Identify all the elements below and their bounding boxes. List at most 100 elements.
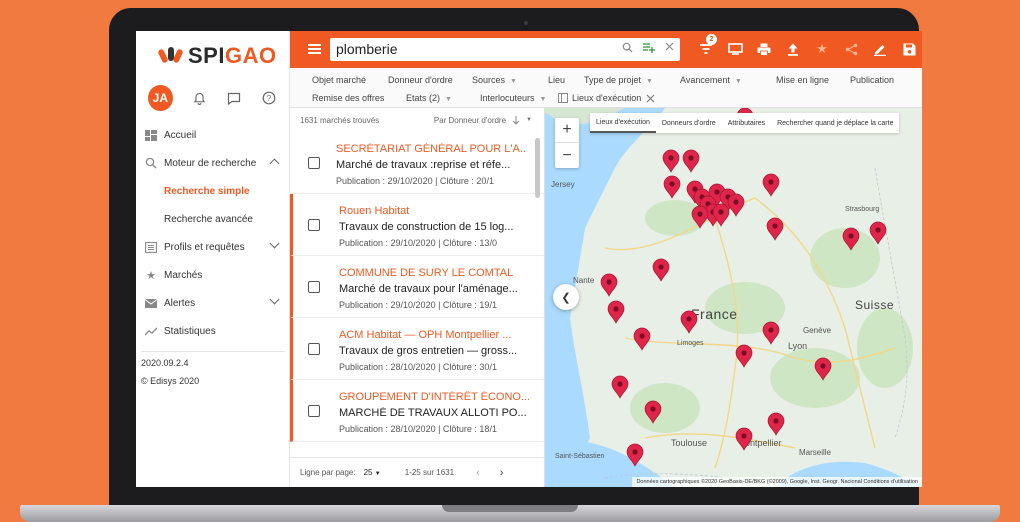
bell-icon[interactable] [191, 89, 208, 107]
close-icon[interactable] [646, 94, 655, 103]
map-pin-icon[interactable] [662, 149, 680, 173]
filter-donneur-ordre[interactable]: Donneur d'ordre [388, 75, 453, 85]
scrollbar[interactable] [535, 138, 540, 198]
result-title[interactable]: ACM Habitat — OPH Montpellier ... [339, 329, 529, 341]
filter-publication[interactable]: Publication [850, 75, 894, 85]
sort-control[interactable]: Par Donneur d'ordre ▼ [434, 115, 532, 125]
map-pin-icon[interactable] [633, 327, 651, 351]
sidebar-item-statistiques[interactable]: Statistiques [136, 317, 290, 345]
edit-icon[interactable] [872, 40, 888, 58]
map-pin-icon[interactable] [727, 193, 745, 217]
map-pin-icon[interactable] [652, 258, 670, 282]
list-item[interactable]: SECRÉTARIAT GÉNÉRAL POUR L'A... Marché d… [290, 132, 544, 194]
map[interactable]: Jersey Nante France Limoges Genève Lyon … [545, 108, 922, 487]
map-pin-icon[interactable] [735, 344, 753, 368]
sidebar-subitem-recherche-simple[interactable]: Recherche simple [136, 177, 290, 205]
map-pin-icon[interactable] [680, 310, 698, 334]
checkbox[interactable] [308, 157, 320, 169]
caret-down-icon: ▼ [734, 78, 742, 85]
sidebar-item-marches[interactable]: ★ Marchés [136, 261, 290, 289]
menu-icon[interactable] [308, 44, 321, 54]
filter-avancement[interactable]: Avancement ▼ [680, 75, 742, 85]
checkbox[interactable] [308, 219, 320, 231]
map-pins [600, 108, 887, 467]
result-dates: Publication : 29/10/2020 | Clôture : 13/… [339, 238, 497, 248]
collapse-list-button[interactable]: ❮ [553, 284, 579, 310]
tab-lieux-execution[interactable]: Lieux d'exécution [590, 113, 656, 133]
share-icon[interactable] [843, 40, 859, 58]
checkbox[interactable] [308, 405, 320, 417]
map-pin-icon[interactable] [762, 173, 780, 197]
result-title[interactable]: COMMUNE DE SURY LE COMTAL [339, 267, 529, 279]
sidebar-item-moteur[interactable]: Moteur de recherche [136, 149, 290, 177]
print-icon[interactable] [756, 40, 772, 58]
map-pin-icon[interactable] [814, 357, 832, 381]
filter-icon[interactable]: 2 [698, 34, 717, 58]
list-item[interactable]: COMMUNE DE SURY LE COMTAL Marché de trav… [290, 256, 544, 318]
map-pin-icon[interactable] [869, 221, 887, 245]
map-pin-icon[interactable] [607, 300, 625, 324]
filter-lieux-execution[interactable]: Lieux d'exécution [558, 93, 655, 103]
map-pin-icon[interactable] [663, 175, 681, 199]
result-description: Travaux de gros entretien — gross... [339, 345, 518, 357]
help-icon[interactable]: ? [261, 89, 278, 107]
list-item[interactable]: ACM Habitat — OPH Montpellier ... Travau… [290, 318, 544, 380]
search-input[interactable]: plomberie [330, 38, 680, 61]
filter-lieu[interactable]: Lieu [548, 75, 565, 85]
map-pin-icon[interactable] [762, 321, 780, 345]
filter-mise-en-ligne[interactable]: Mise en ligne [776, 75, 829, 85]
prev-page-icon[interactable]: ‹ [476, 467, 480, 479]
checkbox[interactable] [308, 281, 320, 293]
map-pin-icon[interactable] [766, 217, 784, 241]
chat-icon[interactable] [226, 89, 243, 107]
clear-icon[interactable] [665, 42, 674, 56]
map-pin-icon[interactable] [644, 400, 662, 424]
filter-interlocuteurs[interactable]: Interlocuteurs ▼ [480, 93, 546, 103]
mail-icon [144, 297, 158, 309]
sidebar-item-accueil[interactable]: Accueil [136, 121, 290, 149]
filter-etats[interactable]: Etats (2) ▼ [406, 93, 452, 103]
next-page-icon[interactable]: › [500, 467, 504, 479]
sidebar-item-alertes[interactable]: Alertes [136, 289, 290, 317]
map-pin-icon[interactable] [735, 427, 753, 451]
result-title[interactable]: GROUPEMENT D'INTÉRÊT ÉCONO... [339, 391, 529, 403]
tab-donneurs-ordre[interactable]: Donneurs d'ordre [656, 113, 722, 133]
sidebar-item-label: Statistiques [164, 325, 216, 337]
map-pin-icon[interactable] [682, 149, 700, 173]
map-pin-icon[interactable] [600, 273, 618, 297]
save-search-icon[interactable] [643, 42, 655, 56]
map-pin-icon[interactable] [611, 375, 629, 399]
favorite-icon[interactable]: ★ [814, 40, 830, 58]
chevron-down-icon [269, 238, 280, 249]
caret-down-icon: ▼ [539, 96, 547, 103]
filter-type-projet[interactable]: Type de projet ▼ [584, 75, 653, 85]
rows-per-page-select[interactable]: 25 ▼ [364, 468, 381, 477]
checkbox-search-on-move[interactable]: Rechercher quand je déplace la carte [771, 113, 899, 133]
list-item[interactable]: Rouen Habitat Travaux de construction de… [290, 194, 544, 256]
result-dates: Publication : 29/10/2020 | Clôture : 20/… [336, 176, 494, 186]
zoom-out-button[interactable]: − [555, 143, 579, 168]
tab-attributaires[interactable]: Attributaires [722, 113, 771, 133]
filter-remise-offres[interactable]: Remise des offres [312, 93, 384, 103]
page-range: 1-25 sur 1631 [404, 468, 455, 477]
checkbox[interactable] [308, 343, 320, 355]
avatar[interactable]: JA [148, 85, 173, 111]
sidebar-item-profils[interactable]: Profils et requêtes [136, 233, 290, 261]
save-icon[interactable] [901, 40, 917, 58]
arrow-down-icon [512, 115, 520, 125]
map-pin-icon[interactable] [691, 205, 709, 229]
filter-sources[interactable]: Sources ▼ [472, 75, 517, 85]
display-icon[interactable] [727, 40, 743, 58]
zoom-in-button[interactable]: + [555, 118, 579, 143]
search-icon[interactable] [622, 42, 633, 56]
map-pin-icon[interactable] [626, 443, 644, 467]
logo[interactable]: SPIGAO [157, 41, 277, 71]
result-title[interactable]: SECRÉTARIAT GÉNÉRAL POUR L'A... [336, 143, 526, 155]
filter-objet-marche[interactable]: Objet marché [312, 75, 366, 85]
map-pin-icon[interactable] [767, 412, 785, 436]
result-title[interactable]: Rouen Habitat [339, 205, 529, 217]
map-pin-icon[interactable] [842, 227, 860, 251]
upload-icon[interactable] [785, 40, 801, 58]
list-item[interactable]: GROUPEMENT D'INTÉRÊT ÉCONO... MARCHÉ DE … [290, 380, 544, 442]
sidebar-subitem-recherche-avancee[interactable]: Recherche avancée [136, 205, 290, 233]
